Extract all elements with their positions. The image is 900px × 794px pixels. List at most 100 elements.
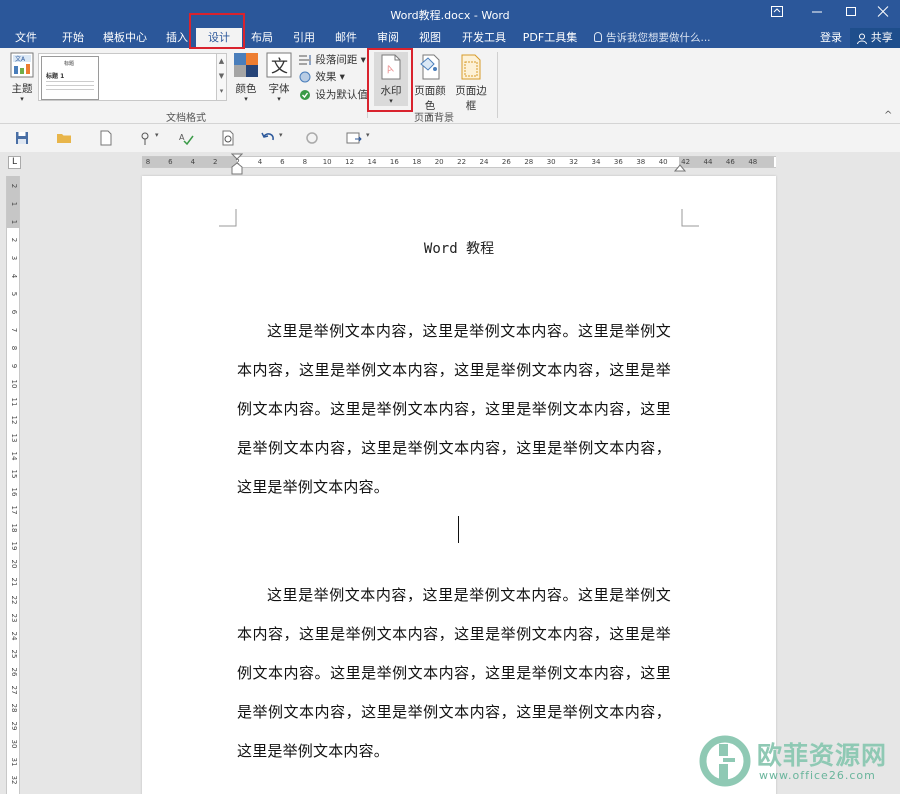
ruler-tick-label: 10 [10, 379, 18, 389]
undo-dropdown-icon[interactable]: ▾ [279, 131, 283, 139]
print-preview-icon[interactable] [220, 130, 236, 146]
ruler-tick-label: 32 [10, 775, 18, 785]
lightbulb-icon [594, 32, 602, 42]
tab-file[interactable]: 文件 [8, 28, 44, 48]
body-paragraph: 这里是举例文本内容，这里是举例文本内容。这里是举例文本内容，这里是举例文本内容，… [237, 322, 671, 496]
style-set-gallery: 标题 标题 1 [38, 53, 218, 101]
chevron-up-icon[interactable]: ▲ [217, 54, 226, 69]
tab-review[interactable]: 审阅 [372, 28, 404, 48]
maximize-icon[interactable] [834, 0, 868, 28]
tab-developer[interactable]: 开发工具 [458, 28, 510, 48]
ruler-tick-label: 32 [569, 158, 579, 166]
highlight-watermark [367, 48, 413, 112]
ruler-tick-label: 4 [190, 158, 196, 166]
vertical-ruler[interactable]: 2 1 1 2 3 4 5 6 7 8 9 10 11 12 13 14 15 16 17 18 19 20 21 22 23 2… [6, 176, 20, 794]
tab-template-center[interactable]: 模板中心 [100, 28, 150, 48]
touch-mode-dropdown-icon[interactable]: ▾ [155, 131, 159, 139]
minimize-icon[interactable] [800, 0, 834, 28]
ruler-tick-label: 28 [524, 158, 534, 166]
new-document-icon[interactable] [98, 130, 114, 146]
customize-toolbar-icon[interactable]: ▾ [366, 131, 370, 139]
redo-icon[interactable] [304, 130, 320, 146]
tell-me-search[interactable]: 告诉我您想要做什么... [594, 28, 711, 48]
tab-selector[interactable]: L [8, 156, 21, 169]
page-color-icon [420, 54, 440, 80]
paragraph-spacing-button[interactable]: 段落间距 ▾ [298, 52, 366, 68]
ruler-tick-label: 30 [546, 158, 556, 166]
ruler-tick-label: 8 [302, 158, 308, 166]
page-borders-button[interactable]: 页面边框 [451, 52, 491, 113]
ruler-tick-label: 23 [10, 613, 18, 623]
title-bar: Word教程.docx - Word [0, 0, 900, 28]
gallery-more-icon[interactable]: ▾ [217, 84, 226, 99]
ruler-tick-label: 2 [10, 237, 18, 243]
font-icon: 文 [266, 52, 292, 78]
group-label-page-background: 页面背景 [414, 113, 454, 124]
ruler-tick-label: 16 [10, 487, 18, 497]
ruler-tick-label: 8 [10, 345, 18, 351]
themes-label: 主题 [11, 83, 33, 95]
ribbon-display-options-icon[interactable] [760, 0, 794, 28]
chevron-down-icon[interactable]: ▼ [217, 69, 226, 84]
brand-url: www.office26.com [759, 769, 876, 782]
crop-mark-top-left [219, 209, 237, 227]
ruler-tick-label: 12 [10, 415, 18, 425]
check-circle-icon [300, 90, 310, 100]
ruler-tick-label: 4 [10, 273, 18, 279]
page-borders-icon [461, 54, 481, 80]
share-button[interactable]: 共享 [850, 28, 900, 48]
ruler-tick-label: 15 [10, 469, 18, 479]
ruler-tick-label: 18 [10, 523, 18, 533]
right-indent-marker[interactable] [674, 160, 686, 172]
svg-text:文A: 文A [15, 55, 26, 63]
ribbon-tab-bar: 文件 开始 模板中心 插入 设计 布局 引用 邮件 审阅 视图 开发工具 PDF… [0, 28, 900, 48]
tab-references[interactable]: 引用 [288, 28, 320, 48]
collapse-ribbon-icon[interactable]: ^ [884, 110, 892, 121]
set-as-default-button[interactable]: 设为默认值 [298, 87, 368, 103]
ruler-tick-label: 6 [280, 158, 285, 166]
svg-text:文: 文 [271, 57, 288, 77]
effects-button[interactable]: 效果 ▾ [298, 69, 345, 85]
login-link[interactable]: 登录 [820, 28, 842, 48]
ruler-tick-label: 11 [10, 397, 18, 407]
ruler-tick-label: 26 [10, 667, 18, 677]
tab-pdf-tools[interactable]: PDF工具集 [520, 28, 580, 48]
themes-button[interactable]: 文A 主题 ▾ [6, 52, 38, 103]
indent-marker[interactable] [231, 153, 243, 175]
open-folder-icon[interactable] [56, 130, 72, 146]
set-as-default-label: 设为默认值 [315, 89, 368, 101]
ruler-tick-label: 38 [636, 158, 646, 166]
ruler-tick-label: 29 [10, 721, 18, 731]
email-icon[interactable] [346, 130, 362, 146]
ruler-tick-label: 4 [257, 158, 263, 166]
color-palette-icon [234, 53, 258, 77]
touch-mode-icon[interactable] [138, 130, 154, 146]
tab-mailings[interactable]: 邮件 [330, 28, 362, 48]
themes-icon: 文A [10, 52, 34, 78]
ruler-tick-label: 17 [10, 505, 18, 515]
ruler-tick-label: 2 [212, 158, 218, 166]
ruler-tick-label: 24 [479, 158, 489, 166]
ruler-tick-label: 20 [10, 559, 18, 569]
quick-access-toolbar: ▾ A ▾ ▾ [0, 124, 900, 152]
ruler-tick-label: 22 [10, 595, 18, 605]
ruler-tick-label: 19 [10, 541, 18, 551]
brand-name: 欧菲资源网 [757, 741, 888, 770]
ruler-tick-label: 20 [434, 158, 444, 166]
style-set-item[interactable]: 标题 标题 1 [41, 56, 99, 100]
close-icon[interactable] [866, 0, 900, 28]
ruler-tick-label: 14 [10, 451, 18, 461]
colors-button[interactable]: 颜色 ▾ [231, 52, 261, 103]
body-paragraph: 这里是举例文本内容，这里是举例文本内容。这里是举例文本内容，这里是举例文本内容，… [237, 586, 671, 760]
gallery-scroll[interactable]: ▲ ▼ ▾ [216, 53, 227, 101]
save-icon[interactable] [14, 130, 30, 146]
spelling-check-icon[interactable]: A [178, 130, 194, 146]
fonts-button[interactable]: 文 字体 ▾ [264, 52, 294, 103]
tab-layout[interactable]: 布局 [246, 28, 278, 48]
group-label-document-format: 文档格式 [166, 113, 206, 124]
tab-view[interactable]: 视图 [414, 28, 446, 48]
gallery-heading-preview: 标题 [64, 61, 75, 67]
document-page[interactable]: Word 教程 这里是举例文本内容，这里是举例文本内容。这里是举例文本内容，这里… [142, 176, 776, 794]
undo-icon[interactable] [260, 130, 276, 146]
tab-home[interactable]: 开始 [56, 28, 90, 48]
